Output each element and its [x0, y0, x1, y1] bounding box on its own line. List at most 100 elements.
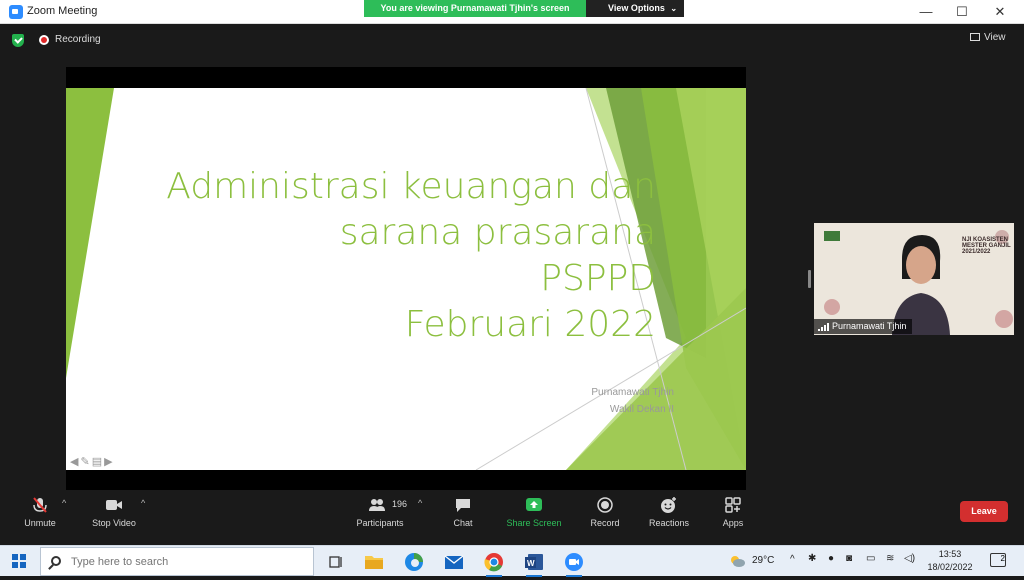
slide-title-line: sarana prasarana	[339, 212, 656, 253]
camera-icon[interactable]: ◙	[846, 553, 852, 564]
slide-title-line: Administrasi keuangan dan	[166, 166, 656, 207]
taskbar-search[interactable]	[40, 547, 314, 576]
view-label: View	[984, 32, 1006, 43]
microphone-icon[interactable]: ●	[828, 553, 834, 564]
slide-author-block: Purnamawati Tjhin Wakil Dekan II	[591, 384, 674, 418]
notification-count: 2	[1000, 554, 1005, 563]
maximize-button[interactable]: ☐	[944, 0, 980, 24]
next-slide-icon[interactable]: ▶	[104, 456, 114, 468]
chat-icon	[456, 499, 470, 512]
stop-video-button[interactable]: Stop Video	[86, 490, 142, 536]
meeting-toolbar: Unmute ^ Stop Video ^ 196 Participants ^…	[0, 490, 1024, 536]
slide-author: Purnamawati Tjhin	[591, 387, 674, 398]
prev-slide-icon[interactable]: ◀	[70, 456, 80, 468]
search-input[interactable]	[71, 554, 301, 570]
share-screen-label: Share Screen	[506, 518, 562, 528]
zoom-icon	[565, 553, 583, 571]
reactions-icon	[661, 497, 676, 513]
chrome-icon	[484, 553, 503, 572]
grid-view-icon	[970, 33, 980, 41]
participants-icon	[369, 499, 385, 511]
record-icon	[597, 497, 613, 513]
apps-icon	[725, 497, 741, 513]
video-banner-text: NJI KOASISTEN MESTER GANJIL 2021/2022	[962, 237, 1014, 255]
minimize-button[interactable]: —	[908, 0, 944, 24]
stop-video-label: Stop Video	[92, 518, 136, 528]
reactions-button[interactable]: Reactions	[644, 490, 694, 536]
task-view-button[interactable]	[322, 549, 350, 575]
view-button[interactable]: View	[970, 32, 1006, 43]
zoom-app-icon	[9, 5, 23, 19]
word-button[interactable]: W	[520, 549, 548, 577]
audio-options-caret-icon[interactable]: ^	[62, 498, 66, 508]
video-options-caret-icon[interactable]: ^	[141, 498, 145, 508]
edge-icon	[405, 553, 423, 571]
clock-time: 13:53	[938, 549, 962, 559]
slide-title-line: PSPPD	[540, 258, 656, 299]
edge-button[interactable]	[400, 549, 428, 575]
view-options-label: View Options	[608, 3, 665, 13]
slide-title: Administrasi keuangan dan sarana prasara…	[136, 164, 656, 348]
chrome-button[interactable]	[480, 549, 508, 577]
file-explorer-button[interactable]	[360, 549, 388, 575]
mail-icon	[444, 555, 464, 569]
slide-title-line: Februari 2022	[404, 304, 656, 345]
signal-strength-icon	[818, 323, 829, 331]
word-icon: W	[525, 554, 543, 570]
slide-position: Wakil Dekan II	[609, 404, 674, 415]
participants-count: 196	[392, 499, 408, 509]
windows-taskbar: W 29°C ^ ✱ ● ◙ ▭ ≋ ◁) 13:53 18/02/2022 2	[0, 545, 1024, 577]
clock-date: 18/02/2022	[927, 562, 973, 572]
mail-button[interactable]	[440, 549, 468, 575]
pen-icon[interactable]: ✎	[80, 456, 91, 468]
chat-label: Chat	[453, 518, 473, 528]
viewing-screen-banner: You are viewing Purnamawati Tjhin's scre…	[364, 0, 586, 17]
reactions-label: Reactions	[648, 518, 690, 528]
chevron-down-icon: ⌄	[670, 4, 678, 13]
system-clock[interactable]: 13:53 18/02/2022	[922, 548, 978, 574]
temperature[interactable]: 29°C	[752, 555, 774, 566]
security-shield-icon[interactable]	[12, 34, 24, 47]
record-label: Record	[590, 518, 620, 528]
record-button[interactable]: Record	[586, 490, 624, 536]
participants-options-caret-icon[interactable]: ^	[418, 498, 422, 508]
slide-menu-icon[interactable]: ▤	[92, 456, 104, 468]
zoom-button[interactable]	[560, 549, 588, 577]
folder-icon	[365, 556, 383, 569]
window-title-bar: Zoom Meeting You are viewing Purnamawati…	[0, 0, 1024, 24]
slide-nav-controls[interactable]: ◀✎▤▶	[70, 455, 115, 468]
task-view-icon	[329, 556, 342, 568]
participant-video[interactable]: NJI KOASISTEN MESTER GANJIL 2021/2022 Pu…	[814, 223, 1014, 335]
wifi-icon[interactable]: ≋	[886, 553, 894, 564]
unmute-label: Unmute	[24, 518, 56, 528]
apps-button[interactable]: Apps	[716, 490, 750, 536]
tray-overflow-icon[interactable]: ^	[790, 554, 795, 565]
participants-button[interactable]: 196 Participants	[350, 490, 410, 536]
recording-label: Recording	[55, 34, 101, 45]
meeting-area: Recording View Administrasi keuangan dan…	[0, 24, 1024, 491]
unmute-button[interactable]: Unmute	[14, 490, 66, 536]
leave-button[interactable]: Leave	[960, 501, 1008, 522]
volume-icon[interactable]: ◁)	[904, 553, 915, 564]
apps-label: Apps	[722, 518, 744, 528]
view-options-button[interactable]: View Options ⌄	[586, 0, 684, 17]
svg-text:W: W	[527, 559, 535, 568]
mic-muted-icon	[33, 497, 47, 513]
chat-button[interactable]: Chat	[446, 490, 480, 536]
search-icon	[51, 556, 61, 566]
close-button[interactable]: ✕	[982, 0, 1018, 24]
presentation-slide: Administrasi keuangan dan sarana prasara…	[66, 88, 746, 470]
notification-center-icon[interactable]: 2	[990, 553, 1006, 567]
resize-handle[interactable]	[808, 270, 811, 288]
video-banner-line: MESTER GANJIL 2021/2022	[962, 243, 1011, 255]
recording-icon	[39, 35, 49, 45]
battery-icon[interactable]: ▭	[866, 553, 875, 564]
participants-label: Participants	[356, 518, 404, 528]
video-camera-icon	[106, 500, 122, 510]
windows-start-icon[interactable]	[12, 554, 26, 568]
share-screen-icon	[526, 498, 542, 511]
share-screen-button[interactable]: Share Screen	[502, 490, 566, 536]
window-title: Zoom Meeting	[27, 5, 98, 17]
weather-icon[interactable]	[728, 554, 746, 568]
bluetooth-icon[interactable]: ✱	[808, 553, 816, 564]
